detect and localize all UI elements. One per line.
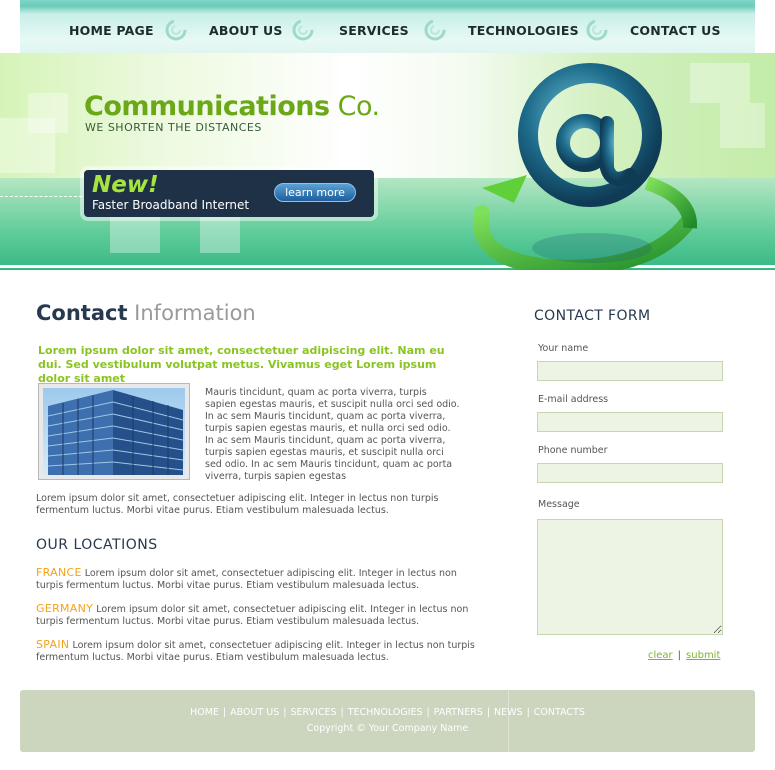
locations-title: OUR LOCATIONS [36, 537, 158, 553]
nav-home-page[interactable]: HOME PAGE [69, 23, 154, 38]
footer-link-news[interactable]: NEWS [494, 707, 523, 718]
location-text: Lorem ipsum dolor sit amet, consectetuer… [36, 568, 457, 591]
submit-button[interactable]: submit [686, 650, 720, 661]
building-photo [38, 383, 190, 480]
swirl-icon [165, 19, 187, 41]
at-sign-icon [473, 63, 698, 270]
nav-technologies[interactable]: TECHNOLOGIES [468, 23, 579, 38]
footer-separator: | [222, 707, 227, 718]
building-image [43, 388, 185, 475]
footer-separator: | [340, 707, 344, 718]
footer-link-technologies[interactable]: TECHNOLOGIES [348, 707, 423, 718]
lead-text: Lorem ipsum dolor sit amet, consectetuer… [38, 344, 445, 385]
promo-text: Faster Broadband Internet [92, 198, 250, 212]
location-germany: GERMANY Lorem ipsum dolor sit amet, cons… [36, 603, 476, 628]
decor-square [28, 93, 68, 133]
action-separator: | [677, 650, 682, 661]
page-title-strong: Contact [36, 301, 128, 325]
brand-tagline: WE SHORTEN THE DISTANCES [85, 121, 262, 134]
message-field[interactable] [537, 519, 723, 635]
form-actions: clear | submit [648, 650, 720, 661]
email-label: E-mail address [538, 394, 609, 405]
footer-separator: | [426, 707, 430, 718]
brand-co: Co. [329, 91, 380, 122]
contact-form-title: CONTACT FORM [534, 308, 651, 324]
page-title-light: Information [127, 301, 256, 325]
footer-separator: | [283, 707, 287, 718]
message-label: Message [538, 499, 580, 510]
dashed-line [0, 196, 82, 197]
location-spain: SPAIN Lorem ipsum dolor sit amet, consec… [36, 639, 476, 664]
footer-link-contacts[interactable]: CONTACTS [534, 707, 585, 718]
email-field[interactable] [537, 412, 723, 432]
copyright: Copyright © Your Company Name [306, 723, 469, 734]
brand-main: Communications [84, 91, 330, 122]
footer-separator: | [526, 707, 530, 718]
swirl-icon [292, 19, 314, 41]
page-title: Contact Information [36, 301, 256, 325]
name-field[interactable] [537, 361, 723, 381]
footer-link-services[interactable]: SERVICES [290, 707, 336, 718]
location-country: SPAIN [36, 638, 70, 651]
nav-services[interactable]: SERVICES [339, 23, 409, 38]
location-text: Lorem ipsum dolor sit amet, consectetuer… [36, 640, 475, 663]
side-paragraph: Mauris tincidunt, quam ac porta viverra,… [205, 387, 460, 482]
swirl-icon [424, 19, 446, 41]
decor-square [200, 213, 240, 253]
footer: HOME | ABOUT US | SERVICES | TECHNOLOGIES | PART… [20, 690, 755, 752]
footer-link-partners[interactable]: PARTNERS [434, 707, 483, 718]
location-country: FRANCE [36, 566, 82, 579]
learn-more-button[interactable]: learn more [274, 183, 356, 202]
phone-label: Phone number [538, 445, 608, 456]
location-france: FRANCE Lorem ipsum dolor sit amet, conse… [36, 567, 476, 592]
hero-banner: Communications Co. WE SHORTEN THE DISTAN… [0, 53, 775, 270]
footer-links: HOME | ABOUT US | SERVICES | TECHNOLOGIES | PART… [20, 707, 755, 718]
promo-new-label: New! [92, 172, 159, 198]
building-graphic [47, 390, 184, 475]
footer-separator: | [486, 707, 491, 718]
footer-link-home[interactable]: HOME [190, 707, 219, 718]
name-label: Your name [538, 343, 589, 354]
location-text: Lorem ipsum dolor sit amet, consectetuer… [36, 604, 469, 627]
footer-link-about[interactable]: ABOUT US [230, 707, 279, 718]
decor-square [720, 103, 765, 148]
location-country: GERMANY [36, 602, 94, 615]
brand-title: Communications Co. [84, 91, 380, 122]
nav-about-us[interactable]: ABOUT US [209, 23, 283, 38]
top-navigation: HOME PAGE ABOUT US SERVICES TECHNOLOGIES… [20, 0, 755, 53]
footer-divider [508, 690, 509, 752]
phone-field[interactable] [537, 463, 723, 483]
intro-paragraph: Lorem ipsum dolor sit amet, consectetuer… [36, 493, 439, 516]
clear-button[interactable]: clear [648, 650, 673, 661]
swirl-icon [586, 19, 608, 41]
nav-contact-us[interactable]: CONTACT US [630, 23, 721, 38]
promo-box: New! Faster Broadband Internet learn mor… [84, 170, 374, 217]
